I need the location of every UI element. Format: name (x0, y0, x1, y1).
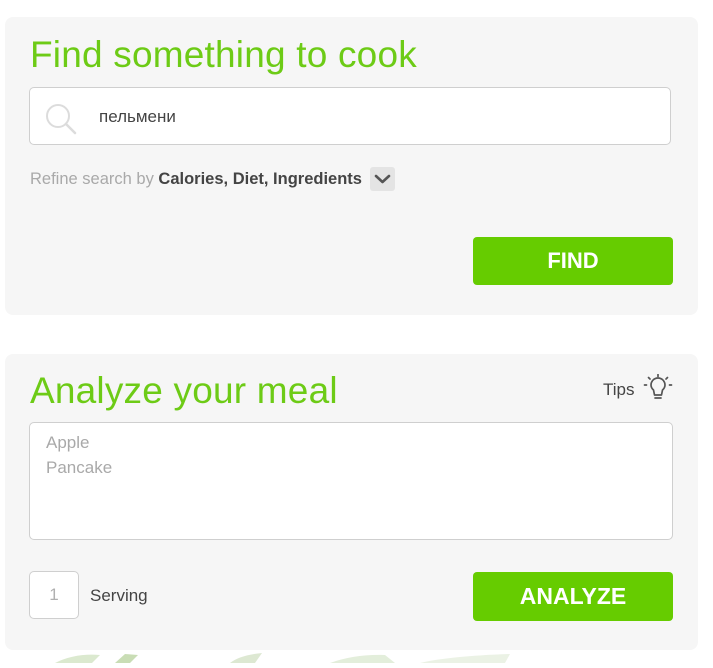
analyze-title: Analyze your meal (30, 370, 338, 411)
serving-input[interactable]: 1 (29, 571, 79, 619)
refine-prefix: Refine search by (30, 170, 154, 188)
ingredients-textarea[interactable]: Apple Pancake (29, 422, 673, 540)
tips-label: Tips (603, 380, 635, 399)
lightbulb-icon (643, 373, 673, 404)
search-icon (44, 102, 78, 136)
analyze-button[interactable]: ANALYZE (473, 572, 673, 621)
placeholder-line: Pancake (46, 458, 113, 477)
search-value: пельмени (99, 107, 176, 126)
refine-options: Calories, Diet, Ingredients (158, 170, 362, 188)
placeholder-line: Apple (46, 433, 90, 452)
refine-expand-button[interactable] (370, 167, 395, 191)
find-recipe-card: Find something to cook пельмени Refine s… (5, 17, 698, 315)
refine-search-toggle[interactable]: Refine search by Calories, Diet, Ingredi… (30, 168, 362, 190)
recipe-search-input[interactable]: пельмени (29, 87, 671, 145)
find-button[interactable]: FIND (473, 237, 673, 285)
background-image (0, 650, 713, 663)
find-title: Find something to cook (30, 34, 417, 75)
analyze-meal-card: Analyze your meal Tips Apple Pancake 1 S… (5, 354, 698, 650)
chevron-down-icon (374, 174, 391, 184)
serving-label: Serving (90, 586, 148, 605)
